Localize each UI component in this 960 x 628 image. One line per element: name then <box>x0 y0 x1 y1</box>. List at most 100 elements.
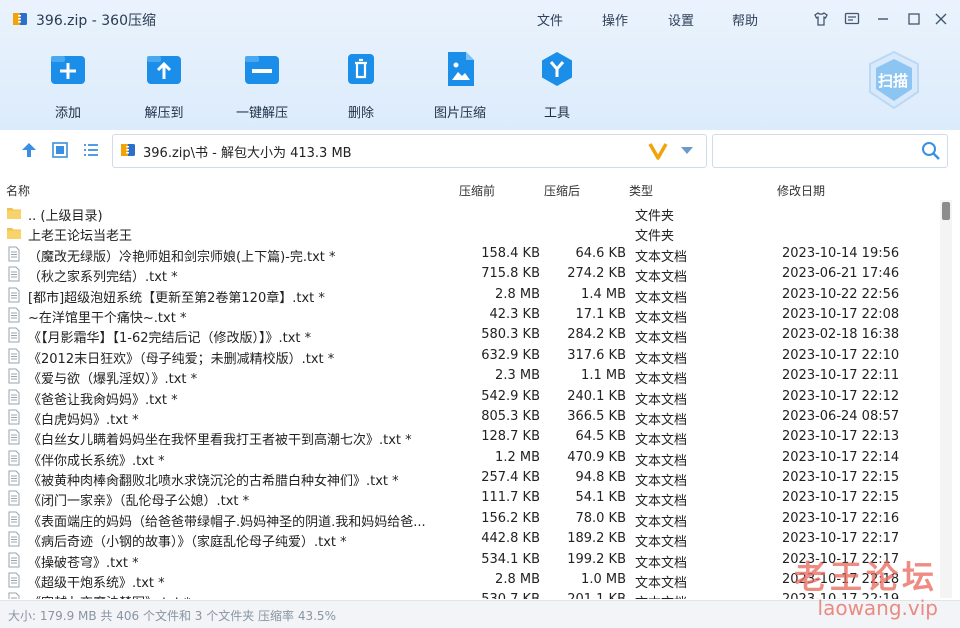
file-date: 2023-10-17 22:14 <box>782 449 900 465</box>
file-type: 文本文档 <box>635 310 688 326</box>
file-packed-size: 128.7 KB <box>481 429 540 445</box>
scan-button[interactable]: 扫描 <box>862 48 926 112</box>
file-packed-size: 534.1 KB <box>481 551 540 567</box>
file-date: 2023-02-18 16:38 <box>782 327 900 343</box>
file-row[interactable]: 《爸爸让我肏妈妈》.txt * 542.9 KB 240.1 KB 文本文档 2023-… <box>0 387 938 408</box>
file-row[interactable]: 《白丝女儿瞒着妈妈坐在我怀里看我打王者被干到高潮七次》.txt * 128.7 K… <box>0 427 938 448</box>
file-type: 文本文档 <box>635 576 688 592</box>
file-row[interactable]: 《闭门一家亲》（乱伦母子公媳）.txt * 111.7 KB 54.1 KB 文本文档… <box>0 488 938 509</box>
add-button[interactable]: 添加 <box>28 50 108 121</box>
file-name: 《白虎妈妈》.txt * <box>28 412 139 428</box>
text-file-icon <box>8 287 20 303</box>
tools-button[interactable]: 工具 <box>517 50 597 121</box>
column-packed[interactable]: 压缩前 <box>459 182 495 199</box>
file-date: 2023-10-17 22:12 <box>782 388 900 404</box>
extract-to-button[interactable]: 解压到 <box>124 50 204 121</box>
dropdown-arrow-icon[interactable] <box>680 146 694 156</box>
menu-operation[interactable]: 操作 <box>602 10 628 29</box>
file-compressed-size: 317.6 KB <box>567 347 626 363</box>
file-row[interactable]: 《【月影霜华】【1-62完结后记（修改版）】》.txt * 580.3 KB 284… <box>0 325 938 346</box>
menu-settings[interactable]: 设置 <box>668 10 694 29</box>
menu-help[interactable]: 帮助 <box>732 10 758 29</box>
image-compress-icon <box>448 52 474 86</box>
scrollbar-thumb[interactable] <box>942 202 950 220</box>
v-logo-icon[interactable] <box>648 142 668 160</box>
file-date: 2023-10-17 22:13 <box>782 429 900 445</box>
column-type[interactable]: 类型 <box>629 182 653 199</box>
file-type: 文本文档 <box>635 290 688 306</box>
file-row[interactable]: 《病后奇迹（小钢的故事）》（家庭乱伦母子纯爱）.txt * 442.8 KB 189… <box>0 529 938 550</box>
window-title: 396.zip - 360压缩 <box>36 13 156 29</box>
delete-button[interactable]: 删除 <box>321 50 401 121</box>
file-date: 2023-10-17 22:15 <box>782 470 900 486</box>
minimize-icon <box>878 18 888 20</box>
image-compress-button[interactable]: 图片压缩 <box>420 50 500 121</box>
scan-label: 扫描 <box>878 72 909 90</box>
file-row[interactable]: 上老王论坛当老王 文件夹 <box>0 223 938 245</box>
file-row[interactable]: （秋之家系列完结）.txt * 715.8 KB 274.2 KB 文本文档 2023-… <box>0 264 938 285</box>
menu-file[interactable]: 文件 <box>537 10 563 29</box>
file-type: 文件夹 <box>635 229 675 245</box>
file-date: 2023-06-24 08:57 <box>782 408 900 424</box>
file-row[interactable]: ~在洋馆里干个痛快~.txt * 42.3 KB 17.1 KB 文本文档 2023-1… <box>0 305 938 326</box>
skin-button[interactable] <box>810 8 832 30</box>
file-packed-size: 530.7 KB <box>440 592 540 599</box>
one-click-extract-button[interactable]: 一键解压 <box>222 50 302 121</box>
file-date: 2023-10-17 22:11 <box>782 368 900 384</box>
column-name[interactable]: 名称 <box>6 182 30 199</box>
file-name: 《2012末日狂欢》（母子纯爱；未删减精校版）.txt * <box>28 351 335 367</box>
file-date: 2023-10-17 22:17 <box>782 531 900 547</box>
file-compressed-size: 274.2 KB <box>567 266 626 282</box>
file-row[interactable]: 《白虎妈妈》.txt * 805.3 KB 366.5 KB 文本文档 2023-06-… <box>0 407 938 428</box>
vertical-scrollbar[interactable] <box>940 200 952 598</box>
folder-icon <box>7 228 21 240</box>
file-name: 《被黄种肉棒肏翻败北喷水求饶沉沦的古希腊白种女神们》.txt * <box>28 474 399 490</box>
file-row[interactable]: 《2012末日狂欢》（母子纯爱；未删减精校版）.txt * 632.9 KB 317… <box>0 346 938 367</box>
file-type: 文本文档 <box>635 249 688 265</box>
file-name: .. (上级目录) <box>28 209 103 224</box>
file-date: 2023-10-14 19:56 <box>782 245 900 261</box>
thumbnail-view-icon[interactable] <box>51 141 69 159</box>
list-view-icon[interactable] <box>82 141 100 159</box>
file-type: 文本文档 <box>635 453 688 469</box>
file-packed-size: 632.9 KB <box>481 347 540 363</box>
column-date[interactable]: 修改日期 <box>777 182 825 199</box>
file-name: 《操破苍穹》.txt * <box>28 555 139 571</box>
text-file-icon <box>8 429 20 445</box>
file-date: 2023-10-22 22:56 <box>782 286 900 302</box>
text-file-icon <box>8 552 20 568</box>
maximize-button[interactable] <box>903 8 925 30</box>
file-packed-size: 42.3 KB <box>489 306 540 322</box>
file-compressed-size: 1.1 MB <box>581 368 626 384</box>
file-row[interactable]: .. (上级目录) 文件夹 <box>0 203 938 224</box>
file-row[interactable]: （魔改无绿版）冷艳师姐和剑宗师娘(上下篇)-完.txt * 158.4 KB 64.… <box>0 244 938 265</box>
file-row[interactable]: [都市]超级泡妞系统【更新至第2卷第120章】.txt * 2.8 MB 1.4 M… <box>0 285 938 306</box>
title-bar: 396.zip - 360压缩 文件 操作 设置 帮助 <box>0 0 960 38</box>
minimize-button[interactable] <box>872 8 894 30</box>
file-compressed-size: 1.0 MB <box>581 572 626 588</box>
address-bar[interactable]: 396.zip\书 - 解包大小为 413.3 MB <box>112 134 707 168</box>
up-arrow-icon[interactable] <box>20 141 38 159</box>
extract-folder-icon <box>147 56 181 84</box>
message-button[interactable] <box>841 8 863 30</box>
maximize-icon <box>908 13 920 25</box>
file-row[interactable]: 《爱与欲（爆乳淫奴）》.txt * 2.3 MB 1.1 MB 文本文档 2023-10… <box>0 366 938 387</box>
watermark-url: laowang.vip <box>817 596 938 620</box>
file-name: 《表面端庄的妈妈（给爸爸带绿帽子.妈妈神圣的阴道.我和妈妈给爸... <box>28 514 426 530</box>
search-icon[interactable] <box>921 141 941 161</box>
close-icon <box>935 13 947 25</box>
search-box[interactable] <box>712 134 948 168</box>
column-size[interactable]: 压缩后 <box>544 182 580 199</box>
file-compressed-size: 201.1 KB <box>540 592 626 599</box>
close-button[interactable] <box>930 8 952 30</box>
file-packed-size: 542.9 KB <box>481 388 540 404</box>
file-compressed-size: 94.8 KB <box>575 470 626 486</box>
file-type: 文本文档 <box>635 392 688 408</box>
file-row[interactable]: 《表面端庄的妈妈（给爸爸带绿帽子.妈妈神圣的阴道.我和妈妈给爸... 156.2 … <box>0 509 938 530</box>
text-file-icon <box>8 409 20 425</box>
file-list[interactable]: .. (上级目录) 文件夹 上老王论坛当老王 文件夹 （魔改无绿版）冷艳师姐和剑宗师娘(… <box>0 203 938 599</box>
search-input[interactable] <box>719 140 913 162</box>
file-row[interactable]: 《被黄种肉棒肏翻败北喷水求饶沉沦的古希腊白种女神们》.txt * 257.4 KB… <box>0 468 938 490</box>
file-row[interactable]: 《伴你成长系统》.txt * 1.2 MB 470.9 KB 文本文档 2023-10-… <box>0 448 938 469</box>
file-name: 《爸爸让我肏妈妈》.txt * <box>28 392 178 408</box>
